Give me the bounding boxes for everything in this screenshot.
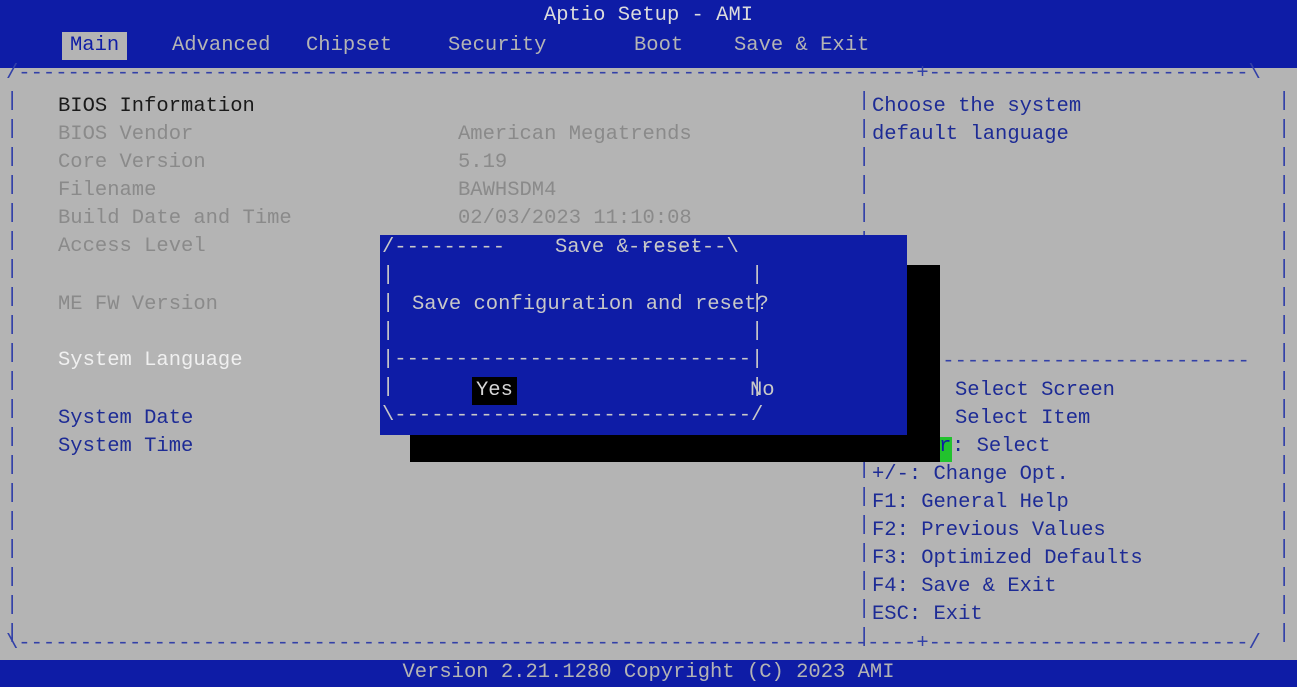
- frame-left-border: | | | | | | | | | | | | | | | | | | | |: [6, 90, 19, 645]
- dialog-shadow-bottom: [410, 434, 940, 462]
- dialog-side-borders: | | | | | | |---------------------------…: [382, 264, 764, 399]
- help-key-f4: F4: Save & Exit: [872, 575, 1057, 598]
- dialog-bottom-border: \-----------------------------/: [382, 404, 764, 427]
- tab-main[interactable]: Main: [62, 32, 128, 60]
- me-fw-version-label: ME FW Version: [58, 293, 218, 316]
- frame-top-border: /---------------------------------------…: [6, 62, 1261, 85]
- section-title: BIOS Information: [58, 95, 255, 118]
- tab-advanced[interactable]: Advanced: [172, 32, 270, 60]
- help-key-enter-fragment: r: [939, 435, 952, 458]
- help-key-f3: F3: Optimized Defaults: [872, 547, 1143, 570]
- yes-button[interactable]: Yes: [472, 377, 517, 405]
- core-version-label: Core Version: [58, 151, 206, 174]
- build-date-value: 02/03/2023 11:10:08: [458, 207, 692, 230]
- core-version-value: 5.19: [458, 151, 508, 174]
- access-level-label: Access Level: [58, 235, 206, 258]
- filename-value: BAWHSDM4: [458, 179, 557, 202]
- tab-save-exit[interactable]: Save & Exit: [734, 32, 869, 60]
- no-button[interactable]: No: [750, 377, 775, 405]
- app-title: Aptio Setup - AMI: [543, 4, 754, 27]
- help-key-select-screen: Select Screen: [955, 379, 1115, 402]
- filename-label: Filename: [58, 179, 157, 202]
- dialog-message: Save configuration and reset?: [412, 293, 769, 316]
- tab-boot[interactable]: Boot: [634, 32, 683, 60]
- system-date-item[interactable]: System Date: [58, 405, 193, 433]
- footer-version: Version 2.21.1280 Copyright (C) 2023 AMI: [402, 661, 895, 684]
- dialog-shadow-right: [906, 265, 940, 462]
- help-key-esc: ESC: Exit: [872, 603, 983, 626]
- dialog-title: Save & reset: [555, 236, 703, 259]
- tab-security[interactable]: Security: [448, 32, 546, 60]
- frame-bottom-border: \---------------------------------------…: [6, 632, 1261, 655]
- help-divider: | | | | | |: [858, 90, 871, 253]
- help-key-select-item: Select Item: [955, 407, 1091, 430]
- frame-right-border: | | | | | | | | | | | | | | | | | | | |: [1278, 90, 1291, 645]
- help-key-change-opt: +/-: Change Opt.: [872, 463, 1069, 486]
- help-divider-lower: | | | | | | |: [858, 458, 871, 649]
- system-language-item[interactable]: System Language: [58, 347, 243, 375]
- help-description-line2: default language: [872, 123, 1069, 146]
- help-separator: --------------------------: [930, 350, 1250, 373]
- help-key-f1: F1: General Help: [872, 491, 1069, 514]
- help-description-line1: Choose the system: [872, 95, 1082, 118]
- bios-vendor-value: American Megatrends: [458, 123, 692, 146]
- help-key-f2: F2: Previous Values: [872, 519, 1106, 542]
- help-key-select: : Select: [952, 435, 1051, 458]
- tab-chipset[interactable]: Chipset: [306, 32, 392, 60]
- bios-vendor-label: BIOS Vendor: [58, 123, 194, 146]
- build-date-label: Build Date and Time: [58, 207, 292, 230]
- system-time-item[interactable]: System Time: [58, 433, 193, 461]
